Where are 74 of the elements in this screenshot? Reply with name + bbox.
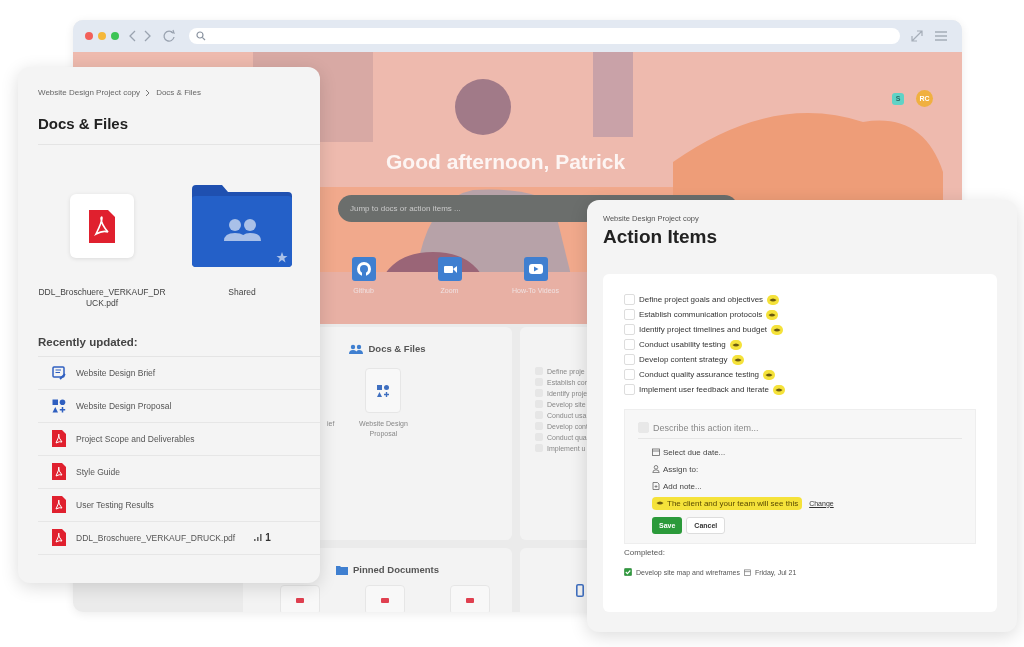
github-icon[interactable] bbox=[351, 257, 376, 281]
file-name: Shared bbox=[227, 287, 257, 299]
calendar-icon bbox=[652, 448, 660, 456]
action-item-text[interactable]: Conduct usability testing bbox=[639, 340, 726, 349]
breadcrumb-link[interactable]: Website Design Project copy bbox=[38, 88, 141, 97]
file-row[interactable]: DDL_Broschuere_VERKAUF_DRUCK.pdf 1 bbox=[38, 521, 320, 555]
maximize-dot-icon[interactable] bbox=[111, 32, 119, 40]
file-thumbnail[interactable] bbox=[365, 585, 405, 612]
eye-icon bbox=[766, 309, 779, 320]
eye-icon bbox=[729, 339, 742, 350]
note-icon bbox=[652, 482, 660, 490]
eye-icon bbox=[767, 294, 780, 305]
file-row[interactable]: User Testing Results bbox=[38, 488, 320, 522]
close-dot-icon[interactable] bbox=[85, 32, 93, 40]
action-item-text[interactable]: Develop content strategy bbox=[639, 355, 728, 364]
file-thumbnail[interactable] bbox=[365, 368, 402, 413]
checkbox[interactable] bbox=[624, 324, 635, 335]
file-row[interactable]: Style Guide bbox=[38, 455, 320, 489]
action-item-text[interactable]: Identify project timelines and budget bbox=[639, 325, 768, 334]
file-row[interactable]: Website Design Proposal bbox=[38, 389, 320, 423]
chevron-right-icon bbox=[145, 88, 152, 97]
file-thumbnail[interactable] bbox=[280, 585, 320, 612]
section-heading: Recently updated: bbox=[38, 334, 139, 350]
eye-icon bbox=[656, 500, 664, 506]
play-icon[interactable] bbox=[523, 257, 548, 281]
document-icon bbox=[52, 365, 66, 380]
minimize-dot-icon[interactable] bbox=[98, 32, 106, 40]
calendar-icon bbox=[743, 568, 751, 576]
checkbox[interactable] bbox=[624, 294, 635, 305]
eye-icon bbox=[731, 354, 744, 365]
section-heading: Completed: bbox=[624, 547, 666, 557]
eye-icon bbox=[771, 324, 784, 335]
person-icon bbox=[652, 465, 660, 473]
description-field[interactable]: Describe this action item... bbox=[653, 422, 953, 433]
checkbox[interactable] bbox=[624, 354, 635, 365]
checkbox[interactable] bbox=[624, 309, 635, 320]
file-row[interactable]: Project Scope and Deliverables bbox=[38, 422, 320, 456]
people-icon bbox=[349, 343, 364, 354]
folder-icon bbox=[335, 564, 348, 575]
action-item-text[interactable]: Conduct quality assurance testing bbox=[639, 370, 760, 379]
action-item-text[interactable]: Establish communication protocols bbox=[639, 310, 763, 319]
eye-icon bbox=[763, 369, 776, 380]
menu-icon[interactable] bbox=[934, 30, 948, 42]
panel-title: Docs & Files bbox=[38, 97, 320, 145]
checkbox[interactable] bbox=[624, 339, 635, 350]
eye-icon bbox=[772, 384, 785, 395]
search-icon bbox=[196, 31, 206, 41]
panel-title: Action Items bbox=[603, 225, 719, 248]
checkbox[interactable] bbox=[624, 369, 635, 380]
visibility-notice: The client and your team will see this bbox=[652, 496, 803, 510]
file-name: DDL_Broschuere_VERKAUF_DRUCK.pdf bbox=[38, 287, 166, 310]
address-bar[interactable] bbox=[189, 28, 900, 44]
checkbox[interactable] bbox=[624, 568, 632, 576]
card-title: Docs & Files bbox=[368, 343, 426, 354]
shapes-icon bbox=[377, 384, 390, 397]
version-count: 1 bbox=[265, 532, 271, 544]
greeting-title: Good afternoon, Patrick bbox=[386, 150, 626, 174]
due-date-link[interactable]: Select due date... bbox=[663, 447, 726, 457]
video-camera-icon[interactable] bbox=[437, 257, 462, 281]
breadcrumb-current: Docs & Files bbox=[156, 88, 202, 97]
file-row[interactable]: Website Design Brief bbox=[38, 356, 320, 390]
file-thumbnail[interactable] bbox=[450, 585, 490, 612]
action-item-text[interactable]: Define project goals and objectives bbox=[639, 295, 764, 304]
shared-folder-icon[interactable] bbox=[192, 185, 292, 267]
action-item-text[interactable]: Implement user feedback and iterate bbox=[639, 385, 769, 394]
signal-bars-icon bbox=[254, 534, 263, 542]
card-title: Pinned Documents bbox=[352, 564, 439, 575]
pdf-file-tile[interactable] bbox=[70, 194, 134, 258]
phone-icon bbox=[576, 584, 584, 597]
shapes-icon bbox=[52, 398, 66, 413]
assign-link[interactable]: Assign to: bbox=[663, 464, 699, 474]
expand-icon[interactable] bbox=[910, 29, 924, 43]
add-note-link[interactable]: Add note... bbox=[663, 481, 702, 491]
checkbox[interactable] bbox=[624, 384, 635, 395]
